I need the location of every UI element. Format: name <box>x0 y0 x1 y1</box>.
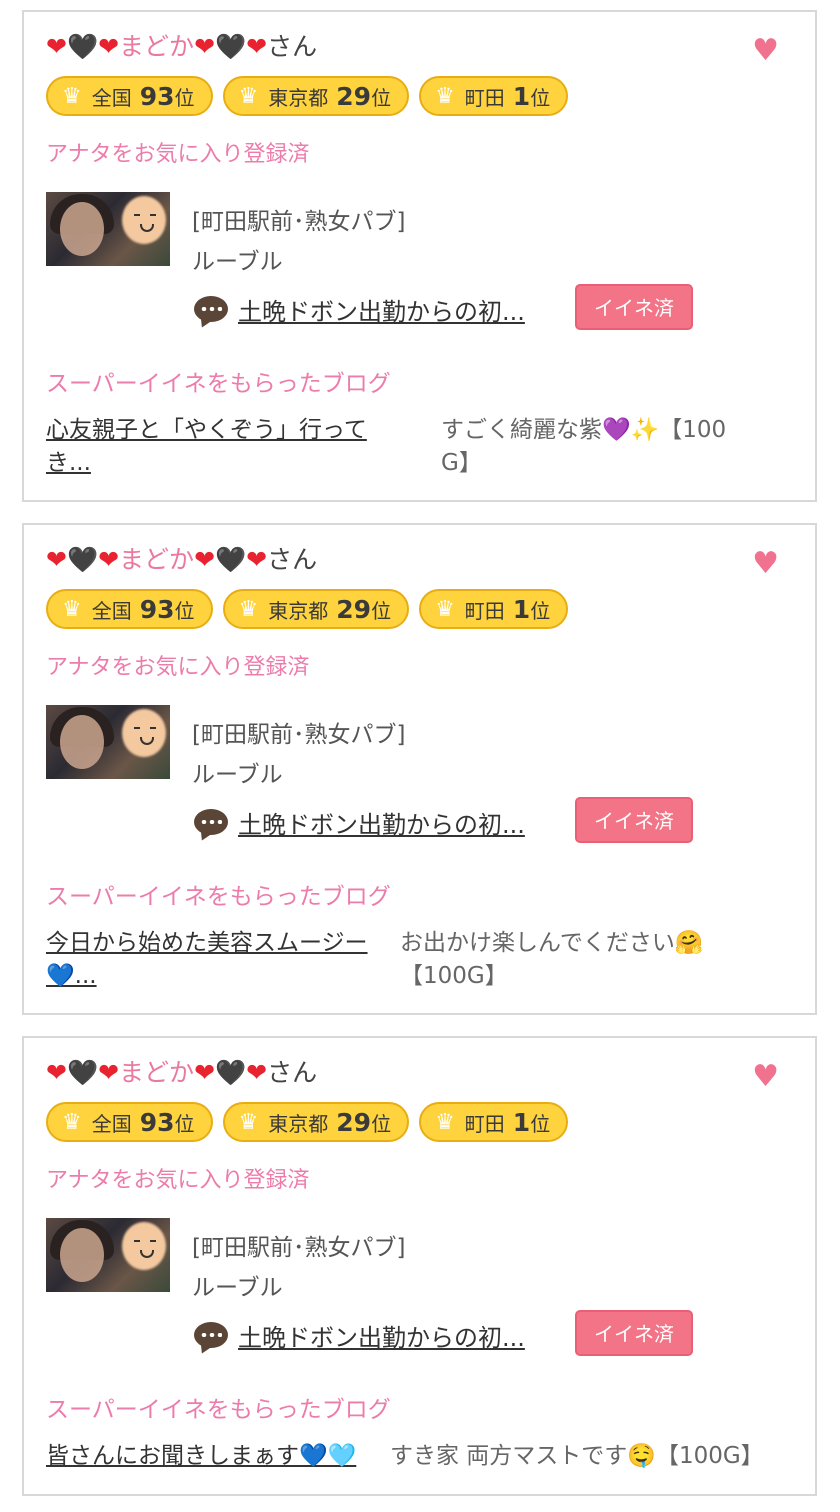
rank-badge-tokyo: ♛ 東京都 29 位 <box>222 76 410 116</box>
latest-post-link[interactable]: 土晩ドボン出勤からの初... <box>238 292 525 327</box>
cast-photo[interactable] <box>46 192 170 266</box>
latest-post-link[interactable]: 土晩ドボン出勤からの初... <box>238 1318 525 1353</box>
latest-post-link[interactable]: 土晩ドボン出勤からの初... <box>238 805 525 840</box>
name-suffix-hearts: ❤🖤❤ <box>194 545 268 574</box>
rank-badges: ♛ 全国 93 位 ♛ 東京都 29 位 ♛ 町田 1 位 <box>46 1102 569 1142</box>
blog-title-link[interactable]: 皆さんにお聞きしまぁす💙🩵 <box>46 1440 356 1473</box>
speech-bubble-icon <box>194 809 228 835</box>
favorite-card: ❤🖤❤まどか❤🖤❤さん ♥ ♛ 全国 93 位 ♛ 東京都 29 位 ♛ 町田 1 位 アナタをお… <box>22 10 817 502</box>
crown-icon: ♛ <box>62 83 82 109</box>
crown-icon: ♛ <box>435 83 455 109</box>
speech-bubble-icon <box>194 1322 228 1348</box>
crown-icon: ♛ <box>238 83 259 109</box>
cast-name-main: まどか <box>119 545 195 574</box>
cast-name-main: まどか <box>119 32 195 61</box>
super-iine-blog-heading: スーパーイイネをもらったブログ <box>46 884 391 910</box>
cast-name[interactable]: ❤🖤❤まどか❤🖤❤さん <box>46 543 317 577</box>
cast-name[interactable]: ❤🖤❤まどか❤🖤❤さん <box>46 1056 317 1090</box>
crown-icon: ♛ <box>238 1109 259 1135</box>
crown-icon: ♛ <box>435 1109 455 1135</box>
favorite-heart-icon[interactable]: ♥ <box>752 36 779 66</box>
shop-area-genre[interactable]: [町田駅前･熟女パブ] <box>192 202 405 236</box>
cast-name-main: まどか <box>119 1058 195 1087</box>
shop-name[interactable]: ルーブル <box>192 1268 283 1302</box>
favorite-card: ❤🖤❤まどか❤🖤❤さん ♥ ♛ 全国 93 位 ♛ 東京都 29 位 ♛ 町田 1 位 アナタをお… <box>22 523 817 1015</box>
crown-icon: ♛ <box>62 596 82 622</box>
honorific: さん <box>267 1058 318 1087</box>
cast-photo[interactable] <box>46 1218 170 1292</box>
blog-title-link[interactable]: 今日から始めた美容スムージー 💙... <box>46 927 406 993</box>
crown-icon: ♛ <box>435 596 455 622</box>
name-suffix-hearts: ❤🖤❤ <box>194 32 268 61</box>
super-iine-blog-heading: スーパーイイネをもらったブログ <box>46 1397 391 1423</box>
shop-name[interactable]: ルーブル <box>192 755 283 789</box>
cast-name[interactable]: ❤🖤❤まどか❤🖤❤さん <box>46 30 317 64</box>
favorite-status-text: アナタをお気に入り登録済 <box>46 655 310 680</box>
super-iine-comment: すき家 両方マストです🤤【100G】 <box>390 1443 764 1469</box>
rank-badge-tokyo: ♛ 東京都 29 位 <box>222 1102 410 1142</box>
iine-button[interactable]: イイネ済 <box>575 284 693 330</box>
speech-bubble-icon <box>194 296 228 322</box>
favorite-card: ❤🖤❤まどか❤🖤❤さん ♥ ♛ 全国 93 位 ♛ 東京都 29 位 ♛ 町田 1 位 アナタをお… <box>22 1036 817 1496</box>
honorific: さん <box>267 32 318 61</box>
rank-badge-national: ♛ 全国 93 位 <box>46 589 213 629</box>
rank-badge-machida: ♛ 町田 1 位 <box>419 76 569 116</box>
crown-icon: ♛ <box>238 596 259 622</box>
shop-area-genre[interactable]: [町田駅前･熟女パブ] <box>192 1228 405 1262</box>
rank-badge-national: ♛ 全国 93 位 <box>46 1102 213 1142</box>
iine-button[interactable]: イイネ済 <box>575 1310 693 1356</box>
shop-name[interactable]: ルーブル <box>192 242 283 276</box>
cast-photo[interactable] <box>46 705 170 779</box>
rank-badge-national: ♛ 全国 93 位 <box>46 76 213 116</box>
rank-badge-machida: ♛ 町田 1 位 <box>419 1102 569 1142</box>
name-prefix-hearts: ❤🖤❤ <box>46 545 120 574</box>
favorite-heart-icon[interactable]: ♥ <box>752 549 779 579</box>
super-iine-blog-heading: スーパーイイネをもらったブログ <box>46 371 391 397</box>
iine-button[interactable]: イイネ済 <box>575 797 693 843</box>
blog-title-link[interactable]: 心友親子と「やくぞう」行って き... <box>46 414 406 480</box>
honorific: さん <box>267 545 318 574</box>
rank-badges: ♛ 全国 93 位 ♛ 東京都 29 位 ♛ 町田 1 位 <box>46 76 569 116</box>
rank-badge-tokyo: ♛ 東京都 29 位 <box>222 589 410 629</box>
name-prefix-hearts: ❤🖤❤ <box>46 32 120 61</box>
rank-badge-machida: ♛ 町田 1 位 <box>419 589 569 629</box>
rank-badges: ♛ 全国 93 位 ♛ 東京都 29 位 ♛ 町田 1 位 <box>46 589 569 629</box>
favorite-status-text: アナタをお気に入り登録済 <box>46 1168 310 1193</box>
super-iine-comment: お出かけ楽しんでください🤗 【100G】 <box>400 930 704 989</box>
favorite-heart-icon[interactable]: ♥ <box>752 1062 779 1092</box>
name-suffix-hearts: ❤🖤❤ <box>194 1058 268 1087</box>
name-prefix-hearts: ❤🖤❤ <box>46 1058 120 1087</box>
crown-icon: ♛ <box>62 1109 82 1135</box>
favorite-status-text: アナタをお気に入り登録済 <box>46 142 310 167</box>
shop-area-genre[interactable]: [町田駅前･熟女パブ] <box>192 715 405 749</box>
super-iine-comment: すごく綺麗な紫💜✨【100 G】 <box>441 417 727 476</box>
